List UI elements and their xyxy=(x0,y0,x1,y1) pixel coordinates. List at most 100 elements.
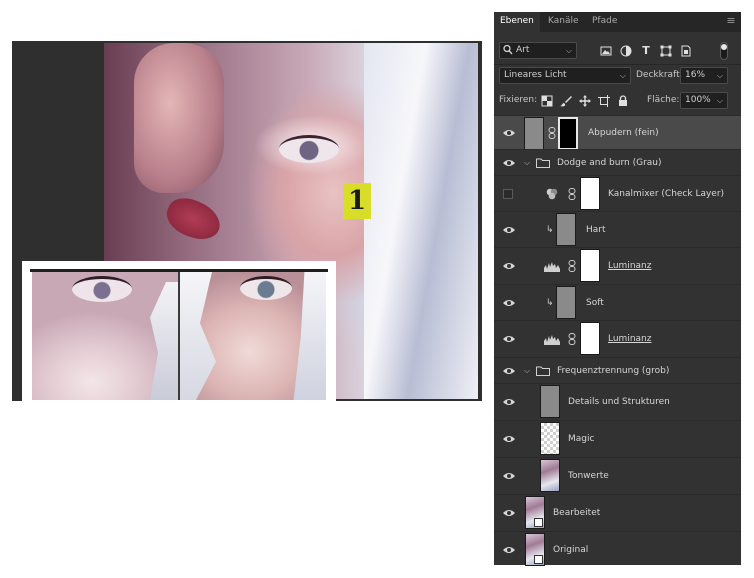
opacity-label: Deckkraft: xyxy=(636,70,683,80)
chevron-down-icon: ⌵ xyxy=(716,71,723,80)
before-after-inset xyxy=(22,261,336,406)
layer-thumbnail xyxy=(556,213,576,246)
filter-toggle-switch[interactable] xyxy=(720,42,728,60)
layer-filter-select[interactable]: Art ⌵ xyxy=(499,42,577,59)
tab-ebenen[interactable]: Ebenen xyxy=(494,12,540,32)
layer-group-dodge-burn[interactable]: ⌵ Dodge and burn (Grau) xyxy=(494,149,741,175)
visibility-eye-icon[interactable] xyxy=(503,434,515,444)
chevron-down-icon: ⌵ xyxy=(716,96,723,105)
visibility-eye-icon[interactable] xyxy=(503,334,515,344)
inset-before-image xyxy=(32,272,178,400)
chevron-down-icon: ⌵ xyxy=(619,71,626,80)
layer-mask-thumbnail[interactable] xyxy=(580,177,600,210)
search-icon xyxy=(503,44,513,62)
screenshot-stage: 1 Ebenen Kanäle Pfade ≡ Art ⌵ T Lineares… xyxy=(0,0,754,578)
visibility-eye-icon[interactable] xyxy=(503,261,515,271)
visibility-eye-icon[interactable] xyxy=(503,545,515,555)
plastic-wrap-area xyxy=(364,43,478,399)
layer-name: Abpudern (fein) xyxy=(588,128,659,138)
blend-mode-value: Lineares Licht xyxy=(504,70,567,80)
lock-position-icon[interactable] xyxy=(579,95,591,107)
lock-all-icon[interactable] xyxy=(617,95,629,107)
opacity-input[interactable]: 16% ⌵ xyxy=(680,67,728,84)
chevron-down-icon[interactable]: ⌵ xyxy=(524,366,530,376)
chain-link-icon[interactable] xyxy=(568,260,576,272)
visibility-eye-icon[interactable] xyxy=(503,298,515,308)
layer-row-kanalmixer[interactable]: Kanalmixer (Check Layer) xyxy=(494,175,741,211)
levels-icon xyxy=(544,335,560,345)
smart-object-thumbnail xyxy=(525,533,545,566)
adjustment-filter-icon[interactable] xyxy=(620,45,632,57)
layer-mask-thumbnail[interactable] xyxy=(580,249,600,282)
layer-name: Hart xyxy=(586,225,606,235)
layer-name: Soft xyxy=(586,298,604,308)
visibility-eye-icon[interactable] xyxy=(503,225,515,235)
layer-mask-thumbnail[interactable] xyxy=(558,117,578,150)
layer-name: Luminanz xyxy=(608,334,652,344)
layer-name: Details und Strukturen xyxy=(568,397,670,407)
chain-link-icon[interactable] xyxy=(568,333,576,345)
layer-name: Dodge and burn (Grau) xyxy=(557,158,662,168)
chain-link-icon[interactable] xyxy=(548,127,556,139)
layer-mask-thumbnail[interactable] xyxy=(580,322,600,355)
type-filter-icon[interactable]: T xyxy=(640,45,652,57)
layer-thumbnail xyxy=(524,117,544,150)
chevron-down-icon: ⌵ xyxy=(565,46,572,55)
layer-name: Magic xyxy=(568,434,595,444)
folder-icon xyxy=(536,158,550,168)
step-badge: 1 xyxy=(343,183,371,219)
layer-row-luminanz-2[interactable]: Luminanz xyxy=(494,320,741,357)
layer-row-luminanz-1[interactable]: Luminanz xyxy=(494,247,741,284)
visibility-eye-icon[interactable] xyxy=(503,128,515,138)
inset-paper-left xyxy=(150,282,178,400)
panel-tab-bar: Ebenen Kanäle Pfade ≡ xyxy=(494,12,741,32)
layer-row-magic[interactable]: Magic xyxy=(494,420,741,457)
clipping-arrow-icon: ↳ xyxy=(546,225,554,235)
chevron-down-icon[interactable]: ⌵ xyxy=(524,158,530,168)
levels-icon xyxy=(544,262,560,272)
image-filter-icon[interactable] xyxy=(600,45,612,57)
layer-row-original[interactable]: Original xyxy=(494,531,741,567)
visibility-eye-icon[interactable] xyxy=(503,508,515,518)
visibility-off-box[interactable] xyxy=(503,189,513,199)
clipping-arrow-icon: ↳ xyxy=(546,298,554,308)
layer-row-hart[interactable]: ↳ Hart xyxy=(494,211,741,247)
tab-pfade[interactable]: Pfade xyxy=(586,12,623,32)
eye-area xyxy=(279,135,339,163)
layer-row-abpudern[interactable]: Abpudern (fein) xyxy=(494,115,741,150)
layer-group-frequenztrennung[interactable]: ⌵ Frequenztrennung (grob) xyxy=(494,357,741,383)
layer-row-bearbeitet[interactable]: Bearbeitet xyxy=(494,494,741,531)
visibility-eye-icon[interactable] xyxy=(503,366,515,376)
layer-filter-value: Art xyxy=(516,45,530,55)
layer-row-details[interactable]: Details und Strukturen xyxy=(494,383,741,420)
visibility-eye-icon[interactable] xyxy=(503,397,515,407)
inset-paper-right-2 xyxy=(293,272,326,400)
layer-row-soft[interactable]: ↳ Soft xyxy=(494,284,741,320)
layer-name: Kanalmixer (Check Layer) xyxy=(608,189,725,199)
visibility-eye-icon[interactable] xyxy=(503,471,515,481)
shape-filter-icon[interactable] xyxy=(660,45,672,57)
hamburger-icon[interactable]: ≡ xyxy=(725,15,737,27)
tab-kanaele[interactable]: Kanäle xyxy=(542,12,585,32)
hand-area xyxy=(134,43,224,193)
layer-thumbnail xyxy=(556,286,576,319)
visibility-eye-icon[interactable] xyxy=(503,158,515,168)
chain-link-icon[interactable] xyxy=(568,188,576,200)
layer-row-tonwerte[interactable]: Tonwerte xyxy=(494,457,741,494)
smart-object-filter-icon[interactable] xyxy=(680,45,692,57)
lock-artboard-icon[interactable] xyxy=(598,95,610,107)
inset-paper-right xyxy=(180,272,216,400)
layer-name: Bearbeitet xyxy=(553,508,601,518)
inset-eye-left xyxy=(72,276,132,302)
layer-name: Luminanz xyxy=(608,261,652,271)
fill-input[interactable]: 100% ⌵ xyxy=(680,92,728,109)
lock-paint-icon[interactable] xyxy=(560,95,572,107)
blend-mode-select[interactable]: Lineares Licht ⌵ xyxy=(499,67,631,84)
opacity-value: 16% xyxy=(685,70,706,80)
inset-eye-right xyxy=(240,276,292,300)
folder-icon xyxy=(536,366,550,376)
channel-mixer-icon xyxy=(546,188,558,200)
smart-object-thumbnail xyxy=(525,496,545,529)
fill-value: 100% xyxy=(685,95,711,105)
lock-transparent-icon[interactable] xyxy=(541,95,553,107)
